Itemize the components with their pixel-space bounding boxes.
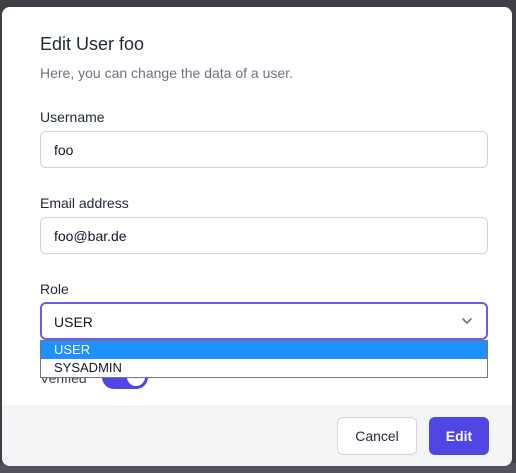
dialog-subtitle: Here, you can change the data of a user. <box>40 65 293 81</box>
role-select-value: USER <box>54 314 93 330</box>
email-label: Email address <box>40 195 129 211</box>
email-input[interactable] <box>40 217 488 254</box>
edit-button[interactable]: Edit <box>429 417 489 455</box>
role-label: Role <box>40 281 69 297</box>
chevron-down-icon <box>462 318 472 324</box>
edit-user-dialog: Edit User foo Here, you can change the d… <box>2 7 512 466</box>
dialog-title: Edit User foo <box>40 34 145 54</box>
username-input[interactable] <box>40 131 488 168</box>
username-label: Username <box>40 109 105 125</box>
role-option-sysadmin[interactable]: SYSADMIN <box>41 359 487 377</box>
role-option-user[interactable]: USER <box>41 341 487 359</box>
cancel-button[interactable]: Cancel <box>337 417 417 455</box>
role-options-list: USER SYSADMIN <box>40 340 488 378</box>
role-select[interactable]: USER <box>40 302 488 340</box>
